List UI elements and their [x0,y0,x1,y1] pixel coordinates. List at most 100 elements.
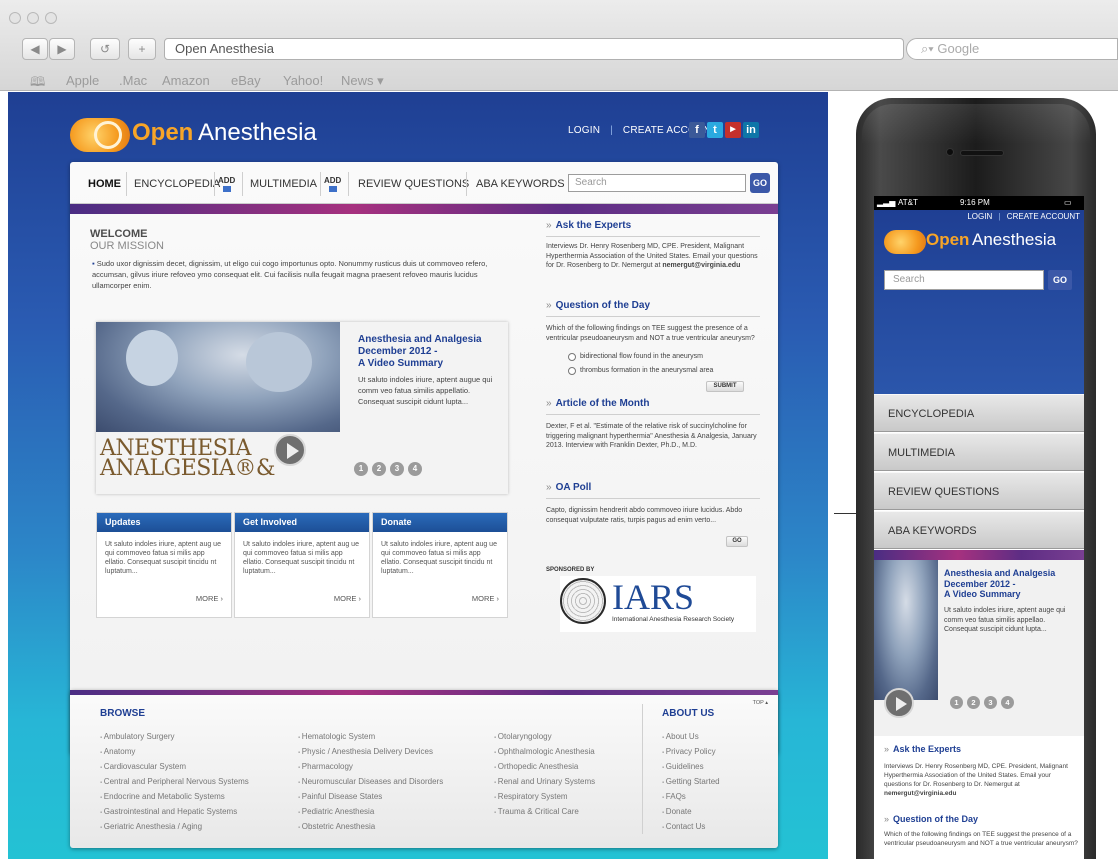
footer-link[interactable]: Hematologic System [298,730,443,745]
mobile-slide-dot-3[interactable]: 3 [984,696,997,709]
bookmark-ebay[interactable]: eBay [231,73,261,88]
qotd-option-2-label[interactable]: thrombus formation in the aneurysmal are… [580,366,760,376]
address-bar[interactable]: Open Anesthesia [164,38,904,60]
footer-link[interactable]: Guidelines [662,760,720,775]
footer-link[interactable]: Donate [662,805,720,820]
nav-home[interactable]: HOME [88,178,121,190]
mobile-slide-dot-4[interactable]: 4 [1001,696,1014,709]
twitter-icon[interactable]: t [707,122,723,138]
mobile-experts-email-link[interactable]: nemergut@virginia.edu [884,790,956,797]
qotd-question: Which of the following findings on TEE s… [546,325,755,342]
reload-button[interactable]: ↺ [90,38,120,60]
mobile-video-title[interactable]: Anesthesia and Analgesia December 2012 -… [944,568,1080,600]
footer-link[interactable]: Physic / Anesthesia Delivery Devices [298,745,443,760]
site-search-input[interactable]: Search [568,174,746,192]
mobile-create-account-link[interactable]: CREATE ACCOUNT [1007,212,1080,221]
bookmark-amazon[interactable]: Amazon [162,73,210,88]
footer-link[interactable]: Painful Disease States [298,790,443,805]
login-link[interactable]: LOGIN [568,125,600,136]
footer-link[interactable]: Renal and Urinary Systems [494,775,595,790]
footer-link[interactable]: Orthopedic Anesthesia [494,760,595,775]
mobile-search-go-button[interactable]: GO [1048,270,1072,290]
back-button[interactable]: ◀ [22,38,48,60]
add-encyclopedia-button[interactable]: ADD [218,176,235,192]
mobile-menu-multimedia[interactable]: MULTIMEDIA [874,433,1084,471]
status-bar: ▂▃▅ AT&T 9:16 PM ▭ [874,196,1084,210]
nav-review-questions[interactable]: REVIEW QUESTIONS [358,178,469,190]
nav-encyclopedia[interactable]: ENCYCLOPEDIA [134,178,220,190]
mobile-experts-heading[interactable]: » Ask the Experts [884,744,961,754]
mobile-featured-video[interactable]: Anesthesia and Analgesia December 2012 -… [874,560,1084,736]
experts-heading[interactable]: » Ask the Experts [546,220,631,231]
slide-dot-4[interactable]: 4 [408,462,422,476]
mobile-menu-review-questions[interactable]: REVIEW QUESTIONS [874,472,1084,510]
bookmark-mac[interactable]: .Mac [119,73,147,88]
article-heading[interactable]: » Article of the Month [546,398,649,409]
close-window-button[interactable] [9,12,21,24]
mobile-qotd-heading[interactable]: » Question of the Day [884,814,978,824]
footer-link[interactable]: Privacy Policy [662,745,720,760]
add-bookmark-button[interactable]: + [128,38,156,60]
featured-video[interactable]: ANESTHESIA ANALGESIA®& Anesthesia and An… [96,322,508,494]
bookmark-yahoo[interactable]: Yahoo! [283,73,323,88]
browser-search-input[interactable]: ⌕▾ Google [906,38,1118,60]
iars-logo[interactable]: IARS International Anesthesia Research S… [560,576,756,632]
poll-heading[interactable]: » OA Poll [546,482,591,493]
poll-go-button[interactable]: GO [726,536,748,547]
minimize-window-button[interactable] [27,12,39,24]
bookmark-news[interactable]: News ▾ [341,73,384,89]
footer-link[interactable]: Cardiovascular System [100,760,249,775]
back-to-top-link[interactable]: TOP ▴ [753,700,768,706]
site-search-go-button[interactable]: GO [750,173,770,193]
bookmark-apple[interactable]: Apple [66,73,99,88]
nav-aba-keywords[interactable]: ABA KEYWORDS [476,178,565,190]
more-link[interactable]: MORE › [472,594,499,603]
youtube-icon[interactable]: ▶ [725,122,741,138]
nav-multimedia[interactable]: MULTIMEDIA [250,178,317,190]
qotd-option-2-radio[interactable] [568,367,576,375]
footer-link[interactable]: Gastrointestinal and Hepatic Systems [100,805,249,820]
footer-link[interactable]: Respiratory System [494,790,595,805]
slide-dot-3[interactable]: 3 [390,462,404,476]
footer-link[interactable]: Endocrine and Metabolic Systems [100,790,249,805]
linkedin-icon[interactable]: in [743,122,759,138]
footer-link[interactable]: Ophthalmologic Anesthesia [494,745,595,760]
mobile-menu-encyclopedia[interactable]: ENCYCLOPEDIA [874,394,1084,432]
mobile-slide-dot-1[interactable]: 1 [950,696,963,709]
zoom-window-button[interactable] [45,12,57,24]
footer-link[interactable]: Contact Us [662,820,720,835]
footer-link[interactable]: Getting Started [662,775,720,790]
slide-dot-2[interactable]: 2 [372,462,386,476]
more-link[interactable]: MORE › [196,594,223,603]
qotd-option-1-radio[interactable] [568,353,576,361]
qotd-option-1-label[interactable]: bidirectional flow found in the aneurysm [580,352,760,362]
forward-button[interactable]: ▶ [49,38,75,60]
footer-link[interactable]: Otolaryngology [494,730,595,745]
slide-dot-1[interactable]: 1 [354,462,368,476]
footer-link[interactable]: FAQs [662,790,720,805]
footer-link[interactable]: Anatomy [100,745,249,760]
footer-link[interactable]: Neuromuscular Diseases and Disorders [298,775,443,790]
footer-link[interactable]: Central and Peripheral Nervous Systems [100,775,249,790]
footer-link[interactable]: Pediatric Anesthesia [298,805,443,820]
footer-link[interactable]: Obstetric Anesthesia [298,820,443,835]
qotd-submit-button[interactable]: SUBMIT [706,381,744,392]
mobile-play-icon[interactable] [884,688,914,718]
qotd-heading[interactable]: » Question of the Day [546,300,650,311]
footer-link[interactable]: Geriatric Anesthesia / Aging [100,820,249,835]
footer-link[interactable]: Trauma & Critical Care [494,805,595,820]
experts-email-link[interactable]: nemergut@virginia.edu [662,262,740,269]
mobile-logo-mark-icon[interactable] [884,230,926,254]
footer-link[interactable]: Ambulatory Surgery [100,730,249,745]
play-icon[interactable] [274,434,306,466]
mobile-search-input[interactable]: Search [884,270,1044,290]
facebook-icon[interactable]: f [689,122,705,138]
footer-link[interactable]: Pharmacology [298,760,443,775]
footer-link[interactable]: About Us [662,730,720,745]
mobile-slide-dot-2[interactable]: 2 [967,696,980,709]
more-link[interactable]: MORE › [334,594,361,603]
add-multimedia-button[interactable]: ADD [324,176,341,192]
mobile-menu-aba-keywords[interactable]: ABA KEYWORDS [874,511,1084,549]
mobile-login-link[interactable]: LOGIN [967,212,992,221]
video-title[interactable]: Anesthesia and Analgesia December 2012 -… [358,334,498,370]
